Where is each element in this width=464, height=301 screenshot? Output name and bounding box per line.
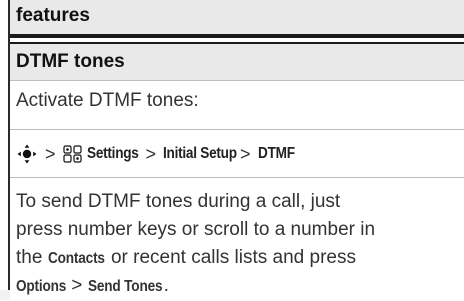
- instruction-line-1: To send DTMF tones during a call, just: [16, 191, 341, 212]
- page-corner: [0, 290, 10, 300]
- send-tones-label: Send Tones: [87, 278, 163, 295]
- instruction-line-3: the Contacts or recent calls lists and p…: [16, 244, 456, 272]
- settings-label: Settings: [86, 145, 139, 162]
- options-label: Options: [16, 278, 67, 295]
- divider-2: [10, 177, 464, 178]
- path-separator: >: [45, 143, 56, 164]
- contacts-label: Contacts: [47, 250, 105, 267]
- instructions-paragraph: To send DTMF tones during a call, just p…: [16, 188, 456, 300]
- section-label: features: [16, 5, 90, 26]
- section-header: features: [10, 0, 464, 38]
- path-separator: >: [240, 143, 251, 164]
- line4-period: .: [163, 275, 169, 296]
- topic-title-bar: DTMF tones: [10, 42, 464, 81]
- manual-page: features DTMF tones Activate DTMF tones:…: [0, 0, 464, 300]
- settings-icon: [62, 145, 83, 163]
- path-separator: >: [145, 143, 157, 164]
- instruction-line-2: press number keys or scroll to a number …: [16, 219, 376, 240]
- dtmf-label: DTMF: [257, 145, 295, 162]
- topic-title: DTMF tones: [16, 51, 125, 72]
- line3-suffix: or recent calls lists and press: [105, 247, 356, 268]
- line3-prefix: the: [16, 247, 48, 268]
- intro-text: Activate DTMF tones:: [16, 90, 199, 111]
- instruction-line-4: Options > Send Tones.: [16, 272, 456, 300]
- line4-separator: >: [66, 275, 88, 296]
- initial-setup-label: Initial Setup: [163, 145, 237, 162]
- menu-path: > Settings > Initial Setup > DTMF: [16, 141, 295, 167]
- divider-1: [10, 129, 464, 130]
- nav-key-icon: [16, 143, 38, 165]
